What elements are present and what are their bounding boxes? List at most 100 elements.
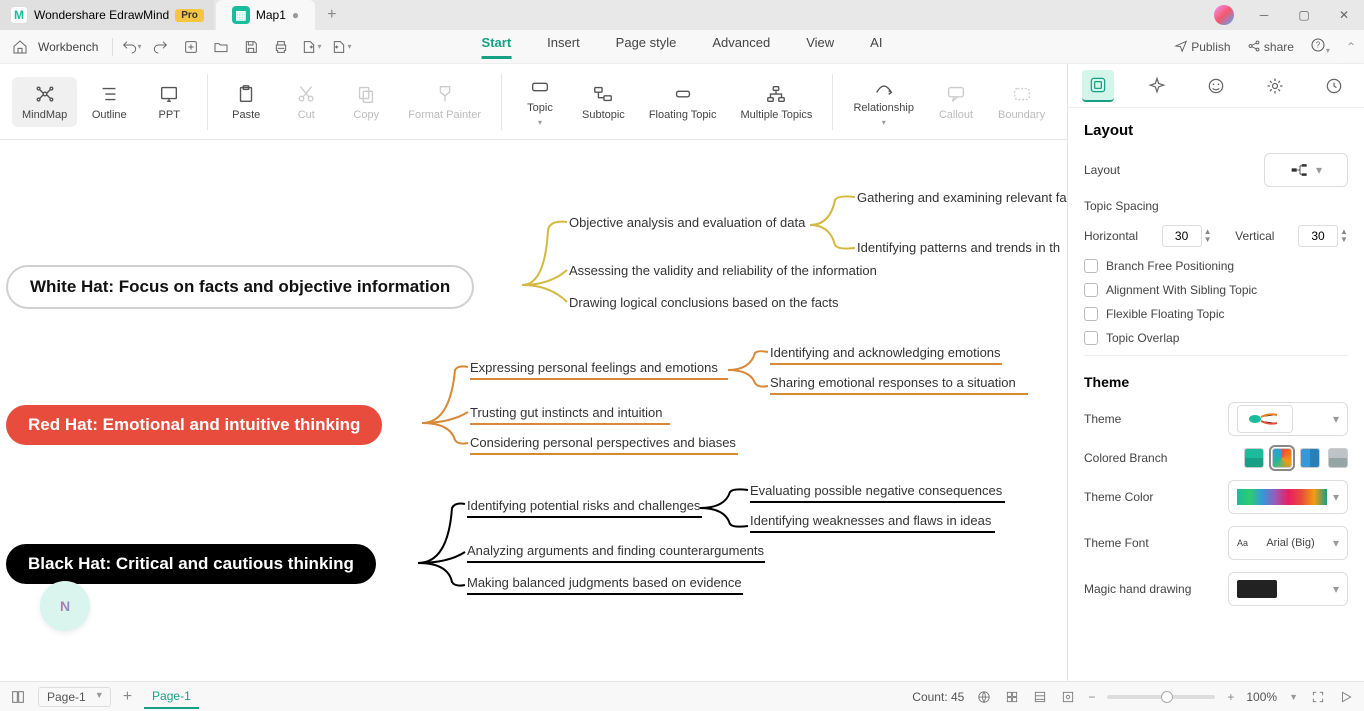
node-white-sub-a2[interactable]: Identifying patterns and trends in th	[857, 240, 1060, 255]
zoom-value[interactable]: 100%	[1246, 690, 1277, 704]
branch-swatch-3[interactable]	[1300, 448, 1320, 468]
colored-branch-swatches	[1244, 448, 1348, 468]
save-button[interactable]	[239, 35, 263, 59]
share-button[interactable]: share	[1247, 39, 1294, 54]
floating-topic-button[interactable]: Floating Topic	[639, 70, 727, 133]
workbench-label[interactable]: Workbench	[38, 40, 98, 54]
multiple-topics-button[interactable]: Multiple Topics	[730, 70, 822, 133]
page-selector[interactable]: Page-1▼	[38, 687, 111, 707]
import-button[interactable]: ▾	[329, 35, 353, 59]
help-button[interactable]: ?▾	[1310, 37, 1330, 56]
node-red-sub-c[interactable]: Considering personal perspectives and bi…	[470, 435, 736, 450]
page-tab-active[interactable]: Page-1	[144, 685, 199, 709]
node-red-sub-b[interactable]: Trusting gut instincts and intuition	[470, 405, 662, 420]
add-tab-button[interactable]: +	[315, 6, 348, 24]
horizontal-label: Horizontal	[1084, 229, 1138, 243]
paste-button[interactable]: Paste	[218, 77, 274, 127]
chk-topic-overlap[interactable]: Topic Overlap	[1084, 331, 1348, 345]
export-button[interactable]: ▾	[299, 35, 323, 59]
document-tab[interactable]: ▦ Map1 ●	[216, 0, 315, 30]
magic-swatch-icon	[1237, 580, 1277, 598]
tab-view[interactable]: View	[806, 35, 834, 59]
branch-swatch-1[interactable]	[1244, 448, 1264, 468]
cut-button[interactable]: Cut	[278, 77, 334, 127]
node-red-sub-a2[interactable]: Sharing emotional responses to a situati…	[770, 375, 1016, 390]
node-red-sub-a1[interactable]: Identifying and acknowledging emotions	[770, 345, 1001, 360]
zoom-in-button[interactable]: +	[1227, 690, 1234, 704]
node-black-sub-a[interactable]: Identifying potential risks and challeng…	[467, 498, 700, 513]
pro-badge: Pro	[175, 9, 204, 22]
node-black-sub-a2[interactable]: Identifying weaknesses and flaws in idea…	[750, 513, 991, 528]
panel-tab-emoji[interactable]	[1200, 70, 1232, 102]
tab-insert[interactable]: Insert	[547, 35, 580, 59]
theme-font-dropdown[interactable]: AaArial (Big)▾	[1228, 526, 1348, 560]
theme-heading: Theme	[1084, 374, 1348, 390]
node-white-sub-a1[interactable]: Gathering and examining relevant fa	[857, 190, 1067, 205]
canvas[interactable]: White Hat: Focus on facts and objective …	[0, 140, 1067, 681]
relationship-button[interactable]: Relationship▾	[843, 70, 924, 133]
theme-dropdown[interactable]: ▾	[1228, 402, 1348, 436]
print-button[interactable]	[269, 35, 293, 59]
copy-button[interactable]: Copy	[338, 77, 394, 127]
panel-tab-ai[interactable]	[1141, 70, 1173, 102]
collapse-ribbon-button[interactable]: ⌃	[1346, 40, 1356, 54]
tab-page-style[interactable]: Page style	[616, 35, 677, 59]
view-mindmap-button[interactable]: MindMap	[12, 77, 77, 127]
node-red-hat[interactable]: Red Hat: Emotional and intuitive thinkin…	[6, 405, 382, 445]
ai-assistant-button[interactable]: N	[40, 581, 90, 631]
panel-tab-settings[interactable]	[1259, 70, 1291, 102]
menu-row: Workbench ▾ ▾ ▾ Start Insert Page style …	[0, 30, 1364, 64]
present-button[interactable]	[1338, 689, 1354, 705]
layout-dropdown[interactable]: ▾	[1264, 153, 1348, 187]
status-globe-icon[interactable]	[976, 689, 992, 705]
horizontal-input[interactable]: ▲▼	[1162, 225, 1212, 247]
close-button[interactable]: ✕	[1324, 0, 1364, 30]
boundary-button[interactable]: Boundary	[988, 70, 1055, 133]
user-avatar[interactable]	[1214, 5, 1234, 25]
undo-button[interactable]: ▾	[119, 35, 143, 59]
node-black-sub-b[interactable]: Analyzing arguments and finding countera…	[467, 543, 764, 558]
subtopic-button[interactable]: Subtopic	[572, 70, 635, 133]
view-outline-button[interactable]: Outline	[81, 77, 137, 127]
new-file-button[interactable]	[179, 35, 203, 59]
status-fit-icon[interactable]	[1060, 689, 1076, 705]
chk-branch-free[interactable]: Branch Free Positioning	[1084, 259, 1348, 273]
minimize-button[interactable]: ─	[1244, 0, 1284, 30]
node-black-sub-a1[interactable]: Evaluating possible negative consequence…	[750, 483, 1002, 498]
status-grid-icon[interactable]	[1004, 689, 1020, 705]
chk-flexible-floating[interactable]: Flexible Floating Topic	[1084, 307, 1348, 321]
node-white-sub-a[interactable]: Objective analysis and evaluation of dat…	[569, 215, 805, 230]
node-white-hat[interactable]: White Hat: Focus on facts and objective …	[6, 265, 474, 309]
theme-color-dropdown[interactable]: ▾	[1228, 480, 1348, 514]
zoom-slider[interactable]	[1107, 695, 1215, 699]
node-black-hat[interactable]: Black Hat: Critical and cautious thinkin…	[6, 544, 376, 584]
panel-tab-history[interactable]	[1318, 70, 1350, 102]
vertical-input[interactable]: ▲▼	[1298, 225, 1348, 247]
status-list-icon[interactable]	[1032, 689, 1048, 705]
fullscreen-button[interactable]	[1310, 689, 1326, 705]
callout-button[interactable]: Callout	[928, 70, 984, 133]
tab-ai[interactable]: AI	[870, 35, 882, 59]
publish-button[interactable]: Publish	[1174, 39, 1231, 54]
home-icon[interactable]	[8, 35, 32, 59]
open-file-button[interactable]	[209, 35, 233, 59]
add-page-button[interactable]: +	[123, 688, 132, 706]
node-white-sub-b[interactable]: Assessing the validity and reliability o…	[569, 263, 877, 278]
pages-panel-icon[interactable]	[10, 689, 26, 705]
node-red-sub-a[interactable]: Expressing personal feelings and emotion…	[470, 360, 718, 375]
branch-swatch-4[interactable]	[1328, 448, 1348, 468]
tab-advanced[interactable]: Advanced	[712, 35, 770, 59]
zoom-out-button[interactable]: −	[1088, 690, 1095, 704]
format-painter-button[interactable]: Format Painter	[398, 77, 491, 127]
maximize-button[interactable]: ▢	[1284, 0, 1324, 30]
chk-alignment-sibling[interactable]: Alignment With Sibling Topic	[1084, 283, 1348, 297]
topic-button[interactable]: Topic▾	[512, 70, 568, 133]
node-white-sub-c[interactable]: Drawing logical conclusions based on the…	[569, 295, 839, 310]
view-ppt-button[interactable]: PPT	[141, 77, 197, 127]
redo-button[interactable]	[149, 35, 173, 59]
tab-start[interactable]: Start	[482, 35, 512, 59]
branch-swatch-2[interactable]	[1272, 448, 1292, 468]
panel-tab-layout[interactable]	[1082, 70, 1114, 102]
node-black-sub-c[interactable]: Making balanced judgments based on evide…	[467, 575, 742, 590]
magic-hand-dropdown[interactable]: ▾	[1228, 572, 1348, 606]
